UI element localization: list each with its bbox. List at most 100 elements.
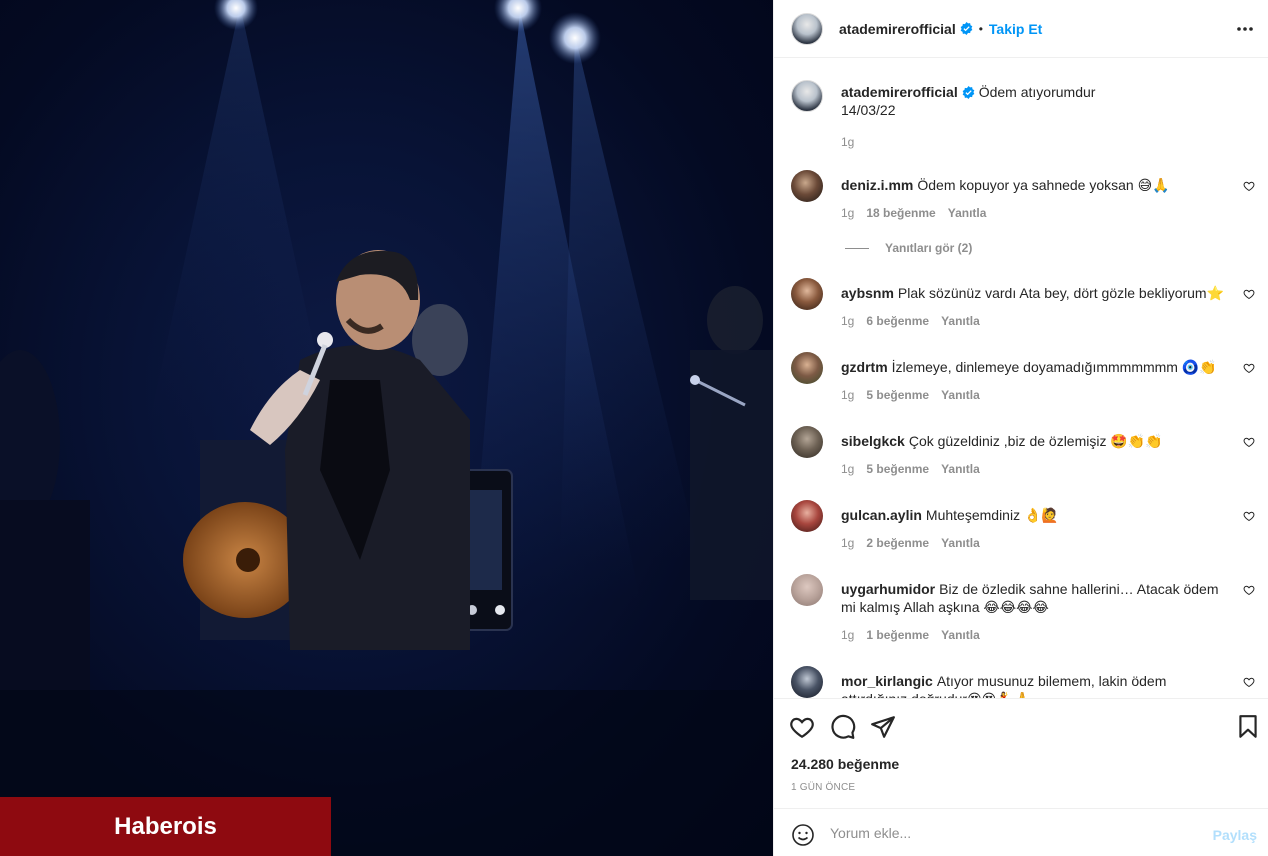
comment-likes[interactable]: 6 beğenme [866,314,929,328]
comment-like-heart-icon[interactable] [1243,510,1255,522]
comment-age: 1g [841,628,855,642]
comment-age: 1g [841,462,855,476]
post-time[interactable]: 1 GÜN ÖNCE [791,782,855,793]
comment-meta: 1g 6 beğenme Yanıtla [841,314,980,328]
caption-meta: 1g [841,135,854,149]
view-replies-label: Yanıtları gör (2) [885,241,973,255]
heart-icon[interactable] [789,714,815,740]
comment-body: sibelgkck Çok güzeldiniz ,biz de özlemişi… [841,432,1241,451]
commenter-avatar[interactable] [791,352,823,384]
author-avatar[interactable] [791,12,823,45]
comment-item: uygarhumidor Biz de özledik sahne halleri… [791,574,1261,664]
caption-age: 1g [841,135,855,149]
comment-age: 1g [841,536,855,550]
likes-count[interactable]: 24.280 beğenme [791,756,899,772]
comment-like-heart-icon[interactable] [1243,362,1255,374]
comment-meta: 1g 1 beğenme Yanıtla [841,628,980,642]
comment-username[interactable]: gzdrtm [841,359,888,375]
post-photo: Haberois [0,0,773,856]
comments-list[interactable]: atademirerofficial Ödem atıyorumdur 14/03… [774,58,1268,698]
comment-username[interactable]: gulcan.aylin [841,507,922,523]
comment-username[interactable]: uygarhumidor [841,581,935,597]
caption-body: atademirerofficial Ödem atıyorumdur 14/03… [841,83,1241,119]
commenter-avatar[interactable] [791,666,823,698]
post-header: atademirerofficial • Takip Et [774,0,1268,58]
comment-emoji: 👌🙋 [1023,508,1059,524]
comment-emoji: ⭐ [1206,286,1225,302]
comment-body: mor_kirlangic Atıyor musunuz bilemem, lak… [841,672,1236,698]
verified-badge-icon [960,22,973,35]
author-username[interactable]: atademirerofficial [839,21,956,37]
commenter-avatar[interactable] [791,426,823,458]
comment-like-heart-icon[interactable] [1243,180,1255,192]
comment-meta: 1g 18 beğenme Yanıtla [841,206,986,220]
comment-text: Ödem kopuyor ya sahnede yoksan [917,177,1134,193]
comment-like-heart-icon[interactable] [1243,676,1255,688]
comment-text: Çok güzeldiniz ,biz de özlemişiz [908,433,1107,449]
reply-button[interactable]: Yanıtla [941,314,980,328]
caption-avatar[interactable] [791,80,823,112]
add-comment-bar: Paylaş [774,808,1268,856]
comment-body: deniz.i.mm Ödem kopuyor ya sahnede yoksan… [841,176,1241,195]
comment-age: 1g [841,314,855,328]
comment-like-heart-icon[interactable] [1243,584,1255,596]
comment-like-heart-icon[interactable] [1243,288,1255,300]
reply-button[interactable]: Yanıtla [948,206,987,220]
comment-likes[interactable]: 5 beğenme [866,388,929,402]
comment-username[interactable]: aybsnm [841,285,894,301]
post-actions: 24.280 beğenme 1 GÜN ÖNCE [774,698,1268,808]
comment-likes[interactable]: 1 beğenme [866,628,929,642]
comment-likes[interactable]: 18 beğenme [866,206,935,220]
reply-button[interactable]: Yanıtla [941,628,980,642]
concert-scene-image [0,0,773,856]
comment-text: Plak sözünüz vardı Ata bey, dört gözle b… [897,285,1207,301]
comment-text: Muhteşemdiniz [925,507,1021,523]
comment-text: İzlemeye, dinlemeye doyamadığımmmmmmm [891,359,1178,375]
comment-body: gulcan.aylin Muhteşemdiniz 👌🙋 [841,506,1241,525]
commenter-avatar[interactable] [791,278,823,310]
comment-username[interactable]: deniz.i.mm [841,177,913,193]
post-side-panel: atademirerofficial • Takip Et atademirer… [773,0,1268,856]
comment-likes[interactable]: 5 beğenme [866,462,929,476]
share-icon[interactable] [870,714,896,740]
comment-body: gzdrtm İzlemeye, dinlemeye doyamadığımmmm… [841,358,1241,377]
caption-username[interactable]: atademirerofficial [841,84,958,100]
reply-button[interactable]: Yanıtla [941,462,980,476]
comment-item: sibelgkck Çok güzeldiniz ,biz de özlemişi… [791,426,1261,496]
comment-meta: 1g 5 beğenme Yanıtla [841,462,980,476]
comment-username[interactable]: mor_kirlangic [841,673,933,689]
comment-item: mor_kirlangic Atıyor musunuz bilemem, lak… [791,666,1261,698]
comment-emoji: 😂😂😂😂 [983,600,1049,616]
comment-age: 1g [841,206,855,220]
comment-emoji: 🤩👏👏 [1110,434,1163,450]
comment-icon[interactable] [830,714,856,740]
comment-body: uygarhumidor Biz de özledik sahne halleri… [841,580,1236,617]
comment-input[interactable] [830,821,1190,845]
commenter-avatar[interactable] [791,574,823,606]
comment-like-heart-icon[interactable] [1243,436,1255,448]
comment-item: aybsnm Plak sözünüz vardı Ata bey, dört g… [791,278,1261,348]
view-replies-button[interactable]: Yanıtları gör (2) [845,241,972,255]
verified-badge-icon [962,86,975,99]
follow-button[interactable]: Takip Et [989,21,1042,37]
comment-item: deniz.i.mm Ödem kopuyor ya sahnede yoksan… [791,170,1261,240]
post-comment-button[interactable]: Paylaş [1213,827,1257,843]
comment-age: 1g [841,388,855,402]
header-meta: atademirerofficial • Takip Et [839,21,1042,37]
more-options-icon[interactable] [1235,19,1255,39]
caption-text: Ödem atıyorumdur [978,84,1096,100]
commenter-avatar[interactable] [791,170,823,202]
commenter-avatar[interactable] [791,500,823,532]
comment-username[interactable]: sibelgkck [841,433,905,449]
watermark-label: Haberois [0,797,331,856]
save-icon[interactable] [1235,714,1261,740]
header-separator: • [978,21,983,36]
comment-meta: 1g 5 beğenme Yanıtla [841,388,980,402]
comment-likes[interactable]: 2 beğenme [866,536,929,550]
caption-line2: 14/03/22 [841,102,896,118]
reply-button[interactable]: Yanıtla [941,536,980,550]
replies-line [845,247,869,249]
reply-button[interactable]: Yanıtla [941,388,980,402]
emoji-icon[interactable] [791,823,815,847]
comment-emoji: 🧿👏 [1181,360,1217,376]
